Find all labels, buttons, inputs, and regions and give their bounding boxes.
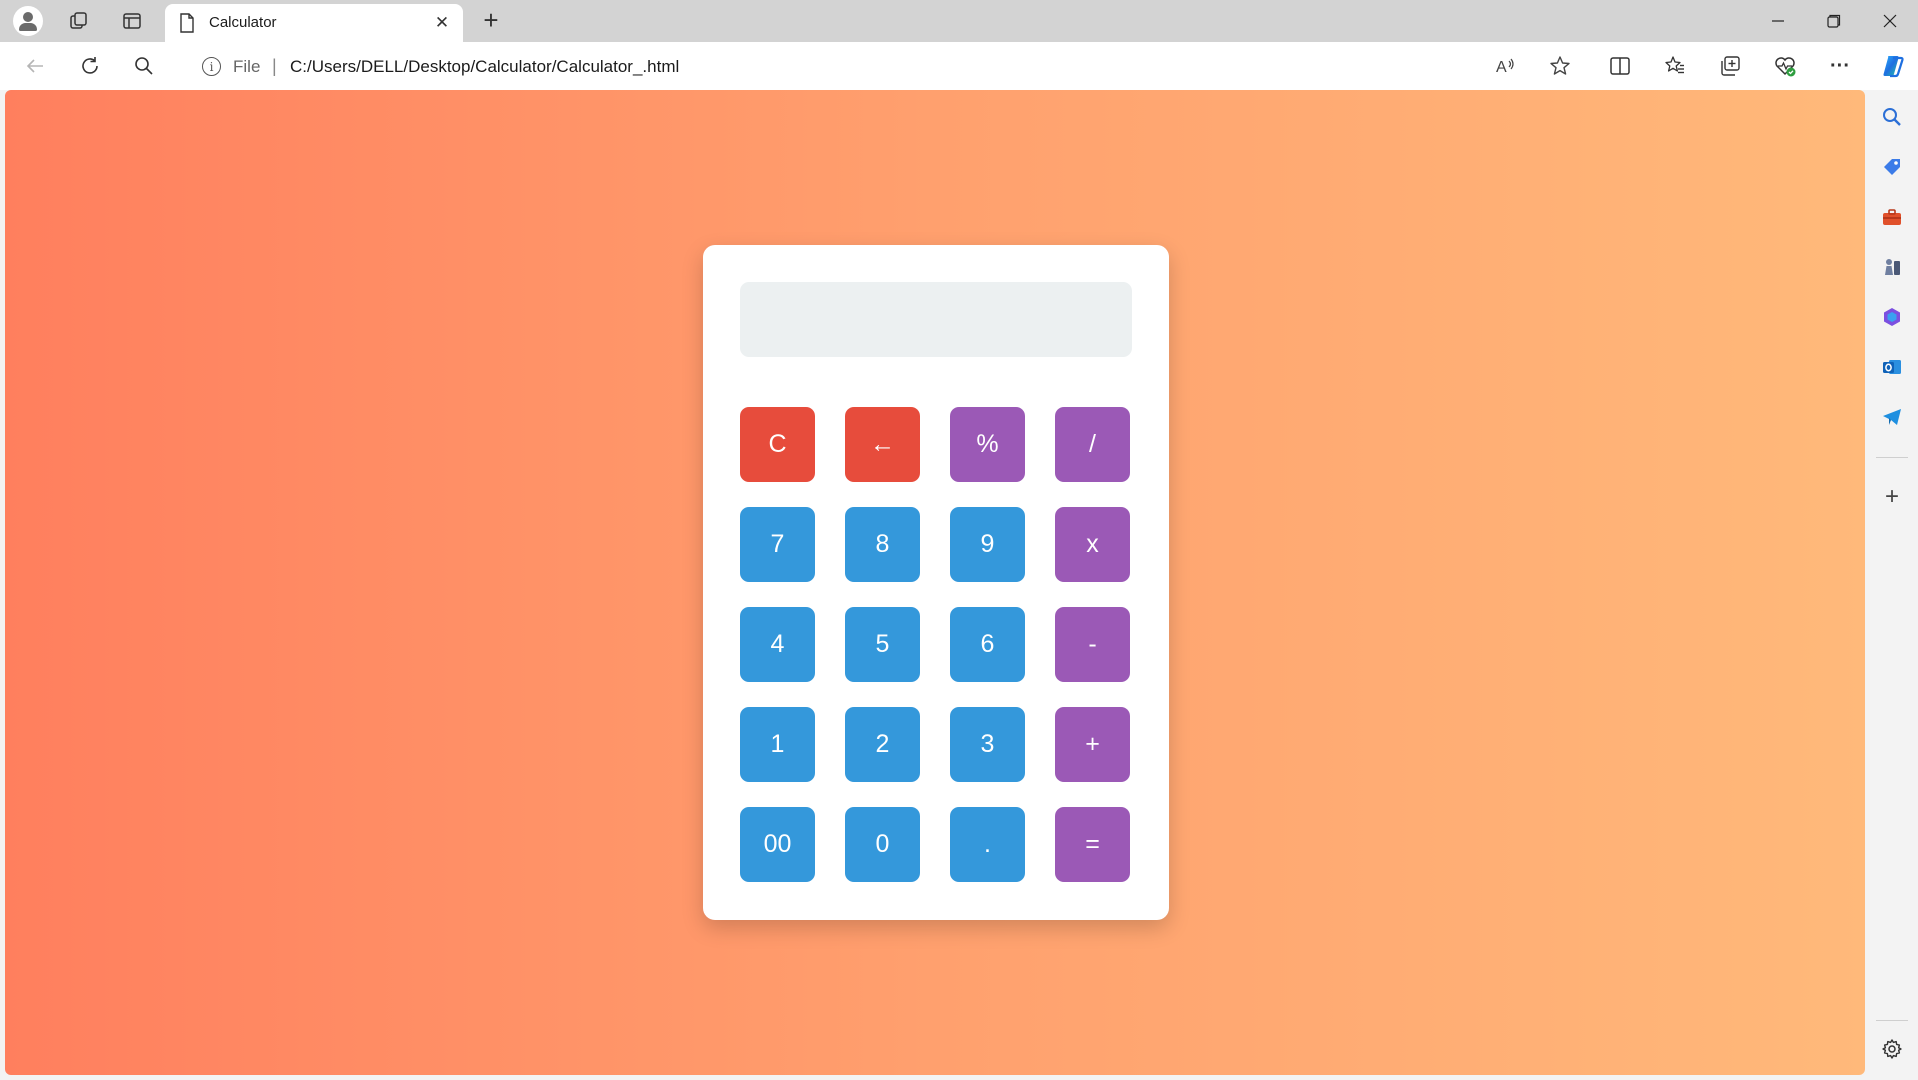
browser-toolbar: i File | C:/Users/DELL/Desktop/Calculato…: [0, 42, 1918, 90]
outlook-icon[interactable]: [1879, 354, 1905, 380]
tools-icon[interactable]: [1879, 204, 1905, 230]
new-tab-button[interactable]: +: [478, 5, 504, 35]
add-icon[interactable]: +: [1879, 483, 1905, 510]
subtract-button[interactable]: -: [1055, 607, 1130, 682]
double-zero-button[interactable]: 00: [740, 807, 815, 882]
calculator-display[interactable]: [740, 282, 1132, 357]
scheme-label: File: [233, 57, 261, 76]
telegram-icon[interactable]: [1879, 404, 1905, 430]
minimize-button[interactable]: [1750, 0, 1806, 42]
digit-1-button[interactable]: 1: [740, 707, 815, 782]
search-icon[interactable]: [1879, 104, 1905, 130]
calculator-card: C ←%/7 8 9 x 4 5 6-1 2 3 +00 0. =: [703, 245, 1169, 920]
divide-button[interactable]: /: [1055, 407, 1130, 482]
close-window-button[interactable]: [1862, 0, 1918, 42]
page-viewport: C ←%/7 8 9 x 4 5 6-1 2 3 +00 0. =: [5, 90, 1865, 1075]
tab-close-icon[interactable]: ✕: [429, 10, 455, 36]
restore-button[interactable]: [1806, 0, 1862, 42]
back-icon[interactable]: [21, 52, 49, 80]
copilot-icon[interactable]: [1879, 52, 1907, 80]
digit-0-button[interactable]: 0: [845, 807, 920, 882]
page-icon: [179, 13, 195, 38]
decimal-button[interactable]: .: [950, 807, 1025, 882]
calculator-keypad: C ←%/7 8 9 x 4 5 6-1 2 3 +00 0. =: [740, 407, 1130, 882]
digit-7-button[interactable]: 7: [740, 507, 815, 582]
tab-title: Calculator: [209, 14, 277, 31]
multiply-button[interactable]: x: [1055, 507, 1130, 582]
address-bar[interactable]: i File | C:/Users/DELL/Desktop/Calculato…: [180, 47, 1585, 85]
digit-3-button[interactable]: 3: [950, 707, 1025, 782]
workspaces-icon[interactable]: [66, 8, 92, 34]
collections-icon[interactable]: [1716, 52, 1744, 80]
digit-5-button[interactable]: 5: [845, 607, 920, 682]
scheme-separator: |: [272, 56, 277, 76]
split-screen-icon[interactable]: [1606, 52, 1634, 80]
profile-avatar-icon[interactable]: [13, 6, 43, 36]
shopping-tag-icon[interactable]: [1879, 154, 1905, 180]
games-icon[interactable]: [1879, 254, 1905, 280]
add-button[interactable]: +: [1055, 707, 1130, 782]
url-text[interactable]: C:/Users/DELL/Desktop/Calculator/Calcula…: [290, 57, 679, 77]
search-icon[interactable]: [130, 52, 158, 80]
browser-essentials-icon[interactable]: [1771, 52, 1799, 80]
vertical-tabs-icon[interactable]: [119, 8, 145, 34]
digit-9-button[interactable]: 9: [950, 507, 1025, 582]
percent-button[interactable]: %: [950, 407, 1025, 482]
favorites-icon[interactable]: [1661, 52, 1689, 80]
read-aloud-icon[interactable]: A: [1491, 52, 1519, 80]
clear-button[interactable]: C: [740, 407, 815, 482]
digit-8-button[interactable]: 8: [845, 507, 920, 582]
microsoft-365-icon[interactable]: [1879, 304, 1905, 330]
browser-title-bar: Calculator ✕ +: [0, 0, 1918, 42]
active-tab[interactable]: Calculator ✕: [165, 4, 463, 42]
more-menu-icon[interactable]: ···: [1826, 52, 1854, 80]
browser-sidebar: +: [1866, 90, 1918, 1080]
digit-2-button[interactable]: 2: [845, 707, 920, 782]
equals-button[interactable]: =: [1055, 807, 1130, 882]
digit-6-button[interactable]: 6: [950, 607, 1025, 682]
digit-4-button[interactable]: 4: [740, 607, 815, 682]
svg-text:A: A: [1496, 59, 1507, 76]
settings-icon[interactable]: [1879, 1036, 1905, 1062]
site-info-icon[interactable]: i: [202, 57, 221, 76]
refresh-icon[interactable]: [76, 52, 104, 80]
favorite-star-icon[interactable]: [1546, 52, 1574, 80]
backspace-button[interactable]: ←: [845, 407, 920, 482]
